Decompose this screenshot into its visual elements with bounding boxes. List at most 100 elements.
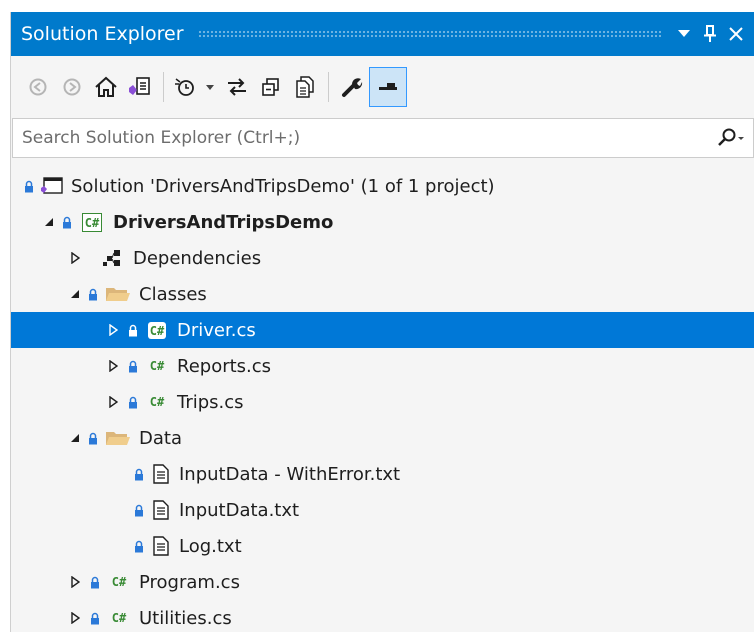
lock-icon	[133, 466, 145, 482]
home-icon	[95, 76, 117, 97]
preview-selected-items-button[interactable]	[369, 67, 407, 107]
toolbar	[11, 56, 754, 118]
collapsed-arrow-icon[interactable]	[105, 358, 121, 374]
tree-row-file[interactable]: C# Utilities.cs	[11, 600, 754, 636]
tree-row-solution[interactable]: Solution 'DriversAndTripsDemo' (1 of 1 p…	[11, 168, 754, 204]
lock-icon	[133, 538, 145, 554]
tree-label: Log.txt	[179, 535, 242, 557]
tree-row-dependencies[interactable]: Dependencies	[11, 240, 754, 276]
vs-solution-switch-icon	[129, 77, 150, 95]
preview-icon	[379, 83, 397, 90]
tree-label: Data	[139, 427, 182, 449]
expanded-arrow-icon[interactable]	[41, 214, 57, 230]
toolbar-separator	[328, 72, 329, 102]
title-bar[interactable]: Solution Explorer	[11, 12, 754, 56]
drag-grip[interactable]	[197, 29, 661, 39]
text-file-icon	[149, 498, 173, 522]
toolbar-separator	[163, 72, 164, 102]
lock-icon	[133, 502, 145, 518]
search-box	[12, 118, 754, 158]
clock-filter-icon	[175, 78, 194, 96]
tree-row-file[interactable]: InputData.txt	[11, 492, 754, 528]
csharp-file-icon: C#	[149, 395, 165, 409]
lock-icon	[87, 286, 99, 302]
lock-icon	[127, 322, 139, 338]
window-position-dropdown-button[interactable]	[671, 19, 697, 49]
close-icon	[729, 27, 743, 41]
tree-row-data-folder[interactable]: Data	[11, 420, 754, 456]
search-icon	[718, 128, 744, 146]
tree-label: Driver.cs	[177, 319, 256, 341]
dropdown-triangle-icon	[678, 30, 690, 37]
tree-row-file[interactable]: C# Reports.cs	[11, 348, 754, 384]
tree-row-file-selected[interactable]: C# Driver.cs	[11, 312, 754, 348]
expanded-arrow-icon[interactable]	[67, 286, 83, 302]
search-options-button[interactable]	[709, 120, 753, 156]
pending-changes-filter-button[interactable]	[170, 68, 200, 106]
sync-with-active-document-button[interactable]	[220, 68, 254, 106]
solution-tree: Solution 'DriversAndTripsDemo' (1 of 1 p…	[11, 168, 754, 636]
lock-icon	[23, 178, 35, 194]
csharp-file-icon: C#	[111, 575, 127, 589]
tree-label: Reports.cs	[177, 355, 272, 377]
home-button[interactable]	[89, 68, 123, 106]
solution-icon	[39, 174, 65, 198]
properties-button[interactable]	[335, 68, 369, 106]
solution-explorer-panel: Solution Explorer Search Solution Explor…	[10, 12, 754, 632]
open-folder-icon	[103, 282, 133, 306]
tree-label: DriversAndTripsDemo	[113, 211, 334, 233]
tree-row-file[interactable]: InputData - WithError.txt	[11, 456, 754, 492]
close-button[interactable]	[723, 19, 749, 49]
text-file-icon	[149, 462, 173, 486]
lock-icon	[127, 394, 139, 410]
expanded-arrow-icon[interactable]	[67, 430, 83, 446]
lock-icon	[61, 214, 73, 230]
search-input[interactable]	[13, 119, 709, 157]
collapsed-arrow-icon[interactable]	[67, 250, 83, 266]
tree-label: InputData - WithError.txt	[179, 463, 401, 485]
sync-arrows-icon	[228, 78, 246, 96]
open-folder-icon	[103, 426, 133, 450]
lock-icon	[89, 574, 101, 590]
back-button[interactable]	[21, 68, 55, 106]
csharp-project-icon: C#	[77, 210, 107, 234]
show-all-files-icon	[296, 76, 314, 98]
auto-hide-pin-button[interactable]	[697, 19, 723, 49]
tree-label: Program.cs	[139, 571, 240, 593]
tree-label: Dependencies	[133, 247, 262, 269]
circle-forward-icon	[63, 78, 81, 96]
tree-row-project[interactable]: C# DriversAndTripsDemo	[11, 204, 754, 240]
collapse-all-button[interactable]	[254, 68, 288, 106]
tree-row-file[interactable]: C# Trips.cs	[11, 384, 754, 420]
csharp-file-icon: C#	[149, 359, 165, 373]
collapsed-arrow-icon[interactable]	[67, 610, 83, 626]
pending-changes-dropdown[interactable]	[200, 68, 220, 106]
dependencies-icon	[97, 246, 127, 270]
tree-label: Solution 'DriversAndTripsDemo' (1 of 1 p…	[71, 175, 495, 197]
lock-icon	[87, 430, 99, 446]
lock-icon	[127, 358, 139, 374]
csharp-file-icon: C#	[111, 611, 127, 625]
collapsed-arrow-icon[interactable]	[105, 394, 121, 410]
chevron-down-icon	[206, 84, 214, 90]
tree-label: InputData.txt	[179, 499, 300, 521]
show-all-files-button[interactable]	[288, 68, 322, 106]
csharp-file-icon: C#	[147, 321, 167, 339]
tree-row-file[interactable]: Log.txt	[11, 528, 754, 564]
tree-row-classes-folder[interactable]: Classes	[11, 276, 754, 312]
tree-row-file[interactable]: C# Program.cs	[11, 564, 754, 600]
forward-button[interactable]	[55, 68, 89, 106]
panel-title: Solution Explorer	[21, 23, 184, 45]
wrench-icon	[342, 78, 363, 97]
collapse-all-icon	[262, 78, 279, 96]
tree-label: Classes	[139, 283, 207, 305]
tree-label: Trips.cs	[177, 391, 244, 413]
pin-icon	[704, 25, 716, 42]
collapsed-arrow-icon[interactable]	[67, 574, 83, 590]
lock-icon	[89, 610, 101, 626]
switch-views-button[interactable]	[123, 68, 157, 106]
collapsed-arrow-icon[interactable]	[105, 322, 121, 338]
tree-label: Utilities.cs	[139, 607, 232, 629]
text-file-icon	[149, 534, 173, 558]
circle-back-icon	[29, 78, 47, 96]
